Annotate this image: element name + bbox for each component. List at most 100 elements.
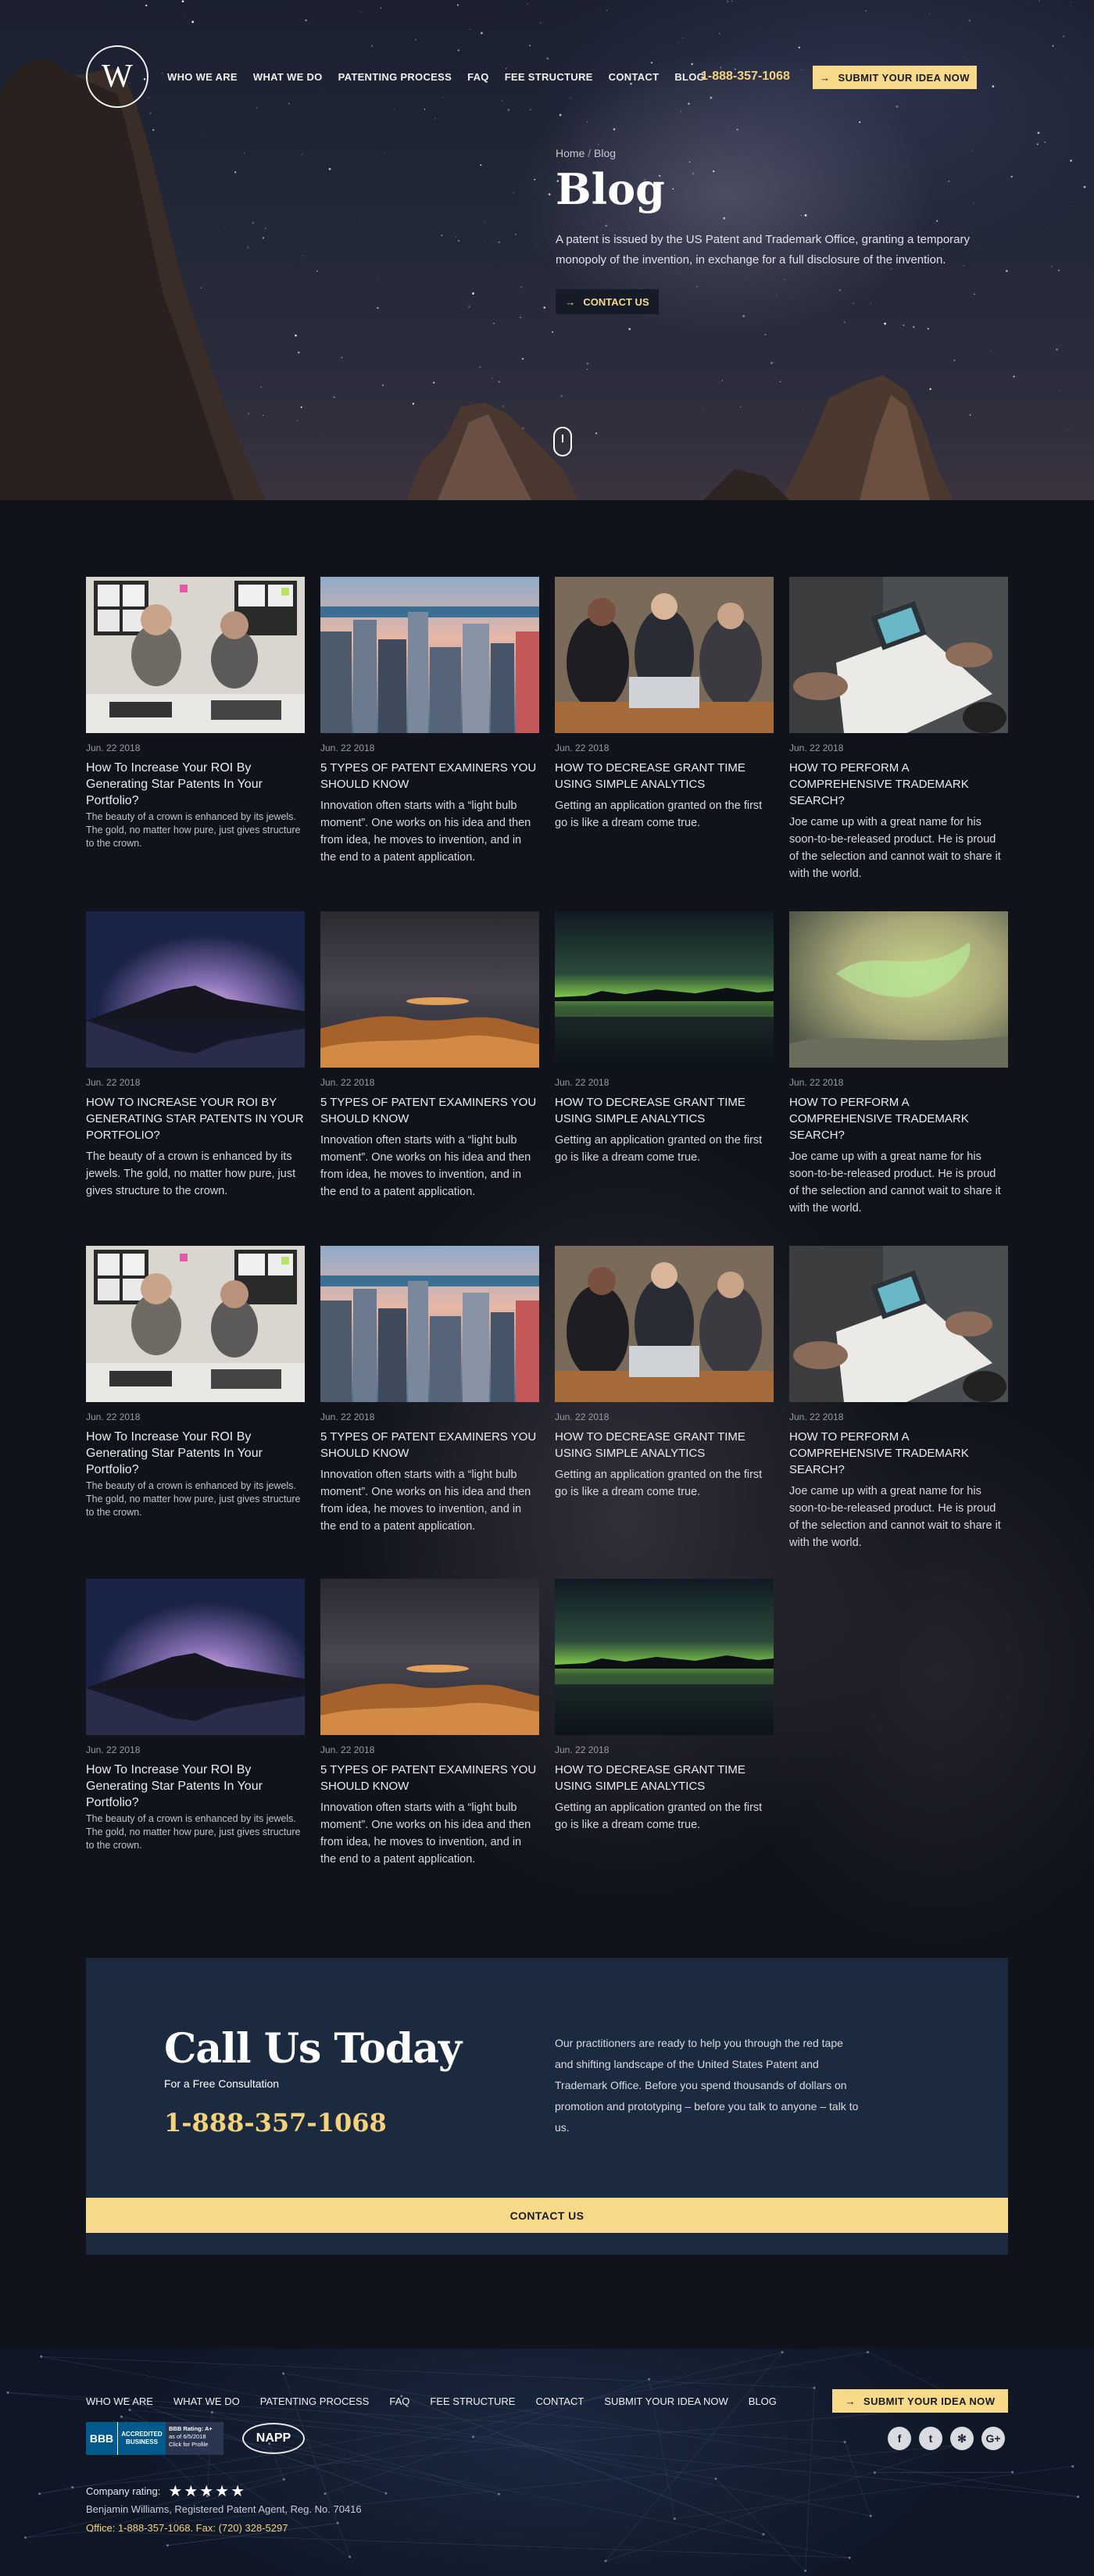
blog-title[interactable]: 5 TYPES OF PATENT EXAMINERS YOU SHOULD K… [320,1762,539,1794]
blog-title[interactable]: HOW TO PERFORM A COMPREHENSIVE TRADEMARK… [789,1094,1008,1143]
footer-nav-item-contact[interactable]: CONTACT [535,2395,584,2407]
blog-card[interactable]: Jun. 22 2018 HOW TO PERFORM A COMPREHENSI… [789,1246,1008,1551]
submit-idea-button[interactable]: → SUBMIT YOUR IDEA NOW [813,66,977,89]
blog-card[interactable]: Jun. 22 2018 HOW TO PERFORM A COMPREHENSI… [789,911,1008,1217]
footer-submit-idea-button[interactable]: → SUBMIT YOUR IDEA NOW [832,2389,1008,2413]
blog-card[interactable]: Jun. 22 2018 5 TYPES OF PATENT EXAMINERS … [320,911,539,1200]
footer-nav-item-who-we-are[interactable]: WHO WE ARE [86,2395,153,2407]
blog-excerpt: The beauty of a crown is enhanced by its… [86,811,301,849]
blog-title[interactable]: HOW TO DECREASE GRANT TIME USING SIMPLE … [555,760,774,792]
bbb-badge[interactable]: BBB ACCREDITED BUSINESS BBB Rating: A+ a… [86,2422,223,2455]
blog-card[interactable]: Jun. 22 2018 How To Increase Your ROI By … [86,1246,305,1519]
blog-title[interactable]: 5 TYPES OF PATENT EXAMINERS YOU SHOULD K… [320,1094,539,1127]
napp-logo[interactable]: NAPP [242,2423,305,2454]
blog-card[interactable]: Jun. 22 2018 HOW TO DECREASE GRANT TIME U… [555,1579,774,1834]
footer-nav-item-submit-your-idea-now[interactable]: SUBMIT YOUR IDEA NOW [604,2395,728,2407]
office-contact[interactable]: Office: 1-888-357-1068. Fax: (720) 328-5… [86,2522,288,2534]
constellation-star [873,2471,876,2474]
breadcrumb: Home / Blog [556,147,616,159]
agent-info: Benjamin Williams, Registered Patent Age… [86,2503,362,2515]
blog-excerpt: Innovation often starts with a “light bu… [320,1134,531,1198]
footer-nav-item-blog[interactable]: BLOG [749,2395,777,2407]
nav-item-who-we-are[interactable]: WHO WE ARE [167,71,238,83]
nav-item-faq[interactable]: FAQ [467,71,489,83]
blog-thumbnail-office[interactable] [86,1246,305,1402]
nav-item-fee-structure[interactable]: FEE STRUCTURE [505,71,593,83]
constellation-star [282,2372,285,2375]
footer-nav-item-what-we-do[interactable]: WHAT WE DO [173,2395,240,2407]
blog-date: Jun. 22 2018 [86,1744,141,1755]
blog-title[interactable]: HOW TO DECREASE GRANT TIME USING SIMPLE … [555,1762,774,1794]
blog-thumbnail-city[interactable] [320,1246,539,1402]
blog-card[interactable]: Jun. 22 2018 HOW TO DECREASE GRANT TIME U… [555,577,774,832]
page-title: Blog [556,164,665,214]
blog-card[interactable]: Jun. 22 2018 How To Increase Your ROI By … [86,577,305,850]
constellation-line [401,2395,764,2535]
blog-excerpt: Joe came up with a great name for his so… [789,816,1001,880]
blog-card[interactable]: Jun. 22 2018 HOW TO DECREASE GRANT TIME U… [555,911,774,1166]
company-rating: Company rating: ★★★★★ [86,2481,246,2501]
facebook-icon[interactable]: f [888,2427,911,2450]
blog-thumbnail-desk[interactable] [789,1246,1008,1402]
footer-submit-label: SUBMIT YOUR IDEA NOW [863,2395,996,2407]
footer-nav-item-patenting-process[interactable]: PATENTING PROCESS [260,2395,370,2407]
footer-nav-item-faq[interactable]: FAQ [389,2395,409,2407]
scroll-down-icon[interactable] [553,427,572,456]
blog-thumbnail-desk[interactable] [789,577,1008,733]
blog-title[interactable]: HOW TO INCREASE YOUR ROI BY GENERATING S… [86,1094,305,1143]
blog-card[interactable]: Jun. 22 2018 HOW TO INCREASE YOUR ROI BY … [86,911,305,1200]
blog-date: Jun. 22 2018 [320,1744,375,1755]
blog-thumbnail-city[interactable] [320,577,539,733]
nav-item-contact[interactable]: CONTACT [609,71,660,83]
blog-title[interactable]: 5 TYPES OF PATENT EXAMINERS YOU SHOULD K… [320,1429,539,1462]
cta-contact-button[interactable]: CONTACT US [86,2198,1008,2233]
header-phone[interactable]: 1-888-357-1068 [701,70,790,84]
constellation-line [674,2466,1073,2519]
blog-card[interactable]: Jun. 22 2018 5 TYPES OF PATENT EXAMINERS … [320,577,539,866]
constellation-line [41,2356,717,2479]
yelp-icon[interactable]: ✻ [950,2427,974,2450]
blog-thumbnail-lake[interactable] [86,1579,305,1735]
google-plus-icon[interactable]: G+ [981,2427,1005,2450]
constellation-line [715,2478,806,2571]
blog-title[interactable]: How To Increase Your ROI By Generating S… [86,1762,305,1811]
nav-item-patenting-process[interactable]: PATENTING PROCESS [338,71,452,83]
blog-card[interactable]: Jun. 22 2018 5 TYPES OF PATENT EXAMINERS … [320,1579,539,1868]
constellation-star [762,2533,765,2536]
blog-card[interactable]: Jun. 22 2018 HOW TO PERFORM A COMPREHENSI… [789,577,1008,882]
site-logo[interactable]: W [86,45,148,108]
constellation-star [843,2441,846,2444]
blog-thumbnail-aurora[interactable] [555,911,774,1068]
blog-title[interactable]: 5 TYPES OF PATENT EXAMINERS YOU SHOULD K… [320,760,539,792]
footer-nav-item-fee-structure[interactable]: FEE STRUCTURE [430,2395,515,2407]
blog-excerpt: Innovation often starts with a “light bu… [320,1801,531,1866]
blog-card[interactable]: Jun. 22 2018 How To Increase Your ROI By … [86,1579,305,1852]
blog-thumbnail-meeting[interactable] [555,1246,774,1402]
cta-text: Our practitioners are ready to help you … [555,2037,859,2134]
blog-title[interactable]: How To Increase Your ROI By Generating S… [86,1429,305,1478]
blog-thumbnail-aurora-sky[interactable] [789,911,1008,1068]
blog-thumbnail-meeting[interactable] [555,577,774,733]
breadcrumb-separator: / [588,147,592,159]
hero-contact-button[interactable]: → CONTACT US [556,289,659,314]
blog-title[interactable]: HOW TO DECREASE GRANT TIME USING SIMPLE … [555,1094,774,1127]
blog-thumbnail-desert[interactable] [320,911,539,1068]
blog-thumbnail-desert[interactable] [320,1579,539,1735]
blog-thumbnail-office[interactable] [86,577,305,733]
constellation-star [71,2486,74,2488]
blog-thumbnail-aurora[interactable] [555,1579,774,1735]
blog-excerpt: Getting an application granted on the fi… [555,1469,763,1498]
nav-item-what-we-do[interactable]: WHAT WE DO [253,71,323,83]
blog-title[interactable]: HOW TO PERFORM A COMPREHENSIVE TRADEMARK… [789,760,1008,809]
constellation-star [282,2478,285,2481]
blog-title[interactable]: HOW TO PERFORM A COMPREHENSIVE TRADEMARK… [789,1429,1008,1478]
blog-card[interactable]: Jun. 22 2018 HOW TO DECREASE GRANT TIME U… [555,1246,774,1501]
twitter-icon[interactable]: t [919,2427,942,2450]
blog-card[interactable]: Jun. 22 2018 5 TYPES OF PATENT EXAMINERS … [320,1246,539,1535]
blog-title[interactable]: HOW TO DECREASE GRANT TIME USING SIMPLE … [555,1429,774,1462]
blog-excerpt: The beauty of a crown is enhanced by its… [86,1813,301,1851]
cta-phone[interactable]: 1-888-357-1068 [164,2108,387,2138]
blog-thumbnail-lake[interactable] [86,911,305,1068]
breadcrumb-home[interactable]: Home [556,147,585,159]
blog-title[interactable]: How To Increase Your ROI By Generating S… [86,760,305,809]
